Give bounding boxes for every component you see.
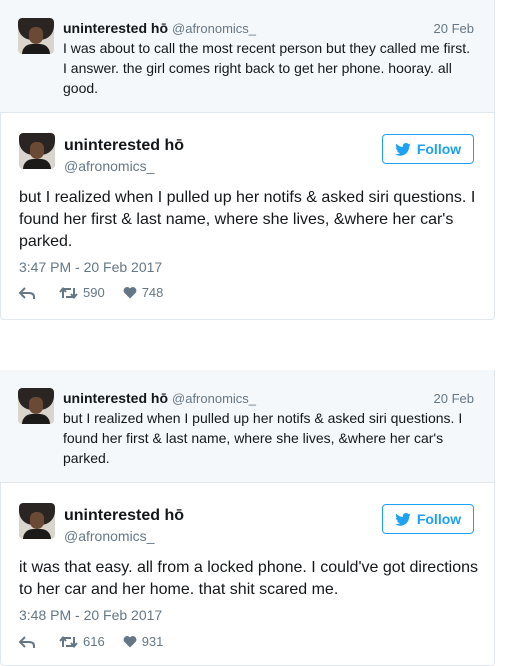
author-name[interactable]: uninterested hō [63,390,168,406]
author-name[interactable]: uninterested hō [63,20,168,36]
reply-button[interactable] [19,286,35,300]
reply-button[interactable] [19,635,35,649]
main-tweet: uninterested hō @afronomics_ Follow it w… [0,483,495,666]
author-handle[interactable]: @afronomics_ [64,527,154,545]
like-button[interactable]: 931 [123,634,164,649]
follow-label: Follow [416,141,462,157]
tweet-date[interactable]: 20 Feb [434,21,474,36]
reply-icon [19,286,35,299]
tweet-text: but I realized when I pulled up her noti… [19,189,476,250]
follow-button[interactable]: Follow [382,134,474,164]
avatar[interactable] [19,133,55,169]
author-handle[interactable]: @afronomics_ [172,391,256,406]
like-count: 931 [141,634,164,649]
avatar[interactable] [19,503,55,539]
tweet-timestamp[interactable]: 3:48 PM - 20 Feb 2017 [19,607,162,623]
tweet-actions: 590 748 [19,285,181,300]
main-tweet: uninterested hō @afronomics_ Follow but … [0,113,495,320]
quoted-tweet[interactable]: uninterested hō @afronomics_ 20 Feb but I… [0,370,495,483]
author-name[interactable]: uninterested hō [64,506,184,525]
retweet-count: 590 [83,285,105,300]
bird-icon [395,142,411,156]
like-count: 748 [141,285,164,300]
tweet-actions: 616 931 [19,634,181,649]
reply-icon [19,635,35,648]
heart-icon [123,287,137,299]
author-handle[interactable]: @afronomics_ [64,157,154,175]
retweet-icon [59,635,78,648]
tweet-date[interactable]: 20 Feb [434,391,474,406]
retweet-count: 616 [83,634,105,649]
quoted-header: uninterested hō @afronomics_ [63,20,256,37]
tweet-timestamp[interactable]: 3:47 PM - 20 Feb 2017 [19,259,162,275]
follow-label: Follow [416,511,462,527]
quoted-text: but I realized when I pulled up her noti… [63,410,463,466]
retweet-button[interactable]: 616 [59,634,105,649]
avatar[interactable] [18,18,54,54]
bird-icon [395,512,411,526]
avatar[interactable] [18,388,54,424]
author-name[interactable]: uninterested hō [64,136,184,155]
retweet-icon [59,286,78,299]
author-handle[interactable]: @afronomics_ [172,21,256,36]
tweet-text: it was that easy. all from a locked phon… [19,559,478,598]
follow-button[interactable]: Follow [382,504,474,534]
quoted-text: I was about to call the most recent pers… [63,40,470,96]
quoted-header: uninterested hō @afronomics_ [63,390,256,407]
quoted-tweet[interactable]: uninterested hō @afronomics_ 20 Feb I was… [0,0,495,113]
like-button[interactable]: 748 [123,285,164,300]
heart-icon [123,636,137,648]
retweet-button[interactable]: 590 [59,285,105,300]
